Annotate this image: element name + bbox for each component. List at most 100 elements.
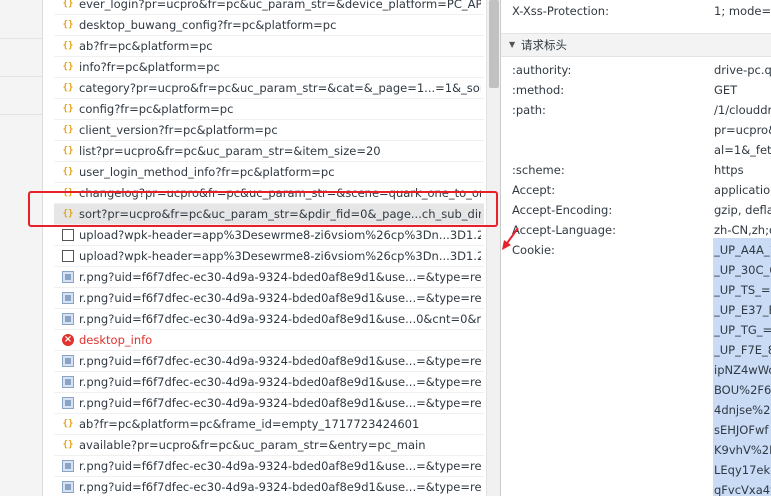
cookie-value-line: _UP_30C_6 — [714, 263, 771, 277]
cookie-value-line: LEqy17ekF — [714, 463, 771, 477]
xhr-icon: {} — [62, 419, 74, 429]
request-name: info?fr=pc&platform=pc — [79, 60, 220, 74]
cookie-value-line: _UP_A4A_1 — [714, 243, 771, 257]
header-value: pr=ucpro&fr — [714, 123, 771, 137]
request-row[interactable]: {} ever_login?pr=ucpro&fr=pc&uc_param_str… — [54, 0, 484, 15]
request-row[interactable]: × desktop_info — [54, 330, 484, 351]
request-row[interactable]: r.png?uid=f6f7dfec-ec30-4d9a-9324-bded0a… — [54, 288, 484, 309]
request-row[interactable]: upload?wpk-header=app%3Desewrme8-zi6vsio… — [54, 225, 484, 246]
header-row: al=1&_fetc — [501, 140, 771, 160]
header-value: zh-CN,zh;q — [714, 223, 771, 237]
xhr-icon: {} — [62, 41, 74, 51]
request-row[interactable]: r.png?uid=f6f7dfec-ec30-4d9a-9324-bded0a… — [54, 372, 484, 393]
request-row[interactable]: {} info?fr=pc&platform=pc — [54, 57, 484, 78]
header-key: Accept: — [512, 183, 556, 197]
request-name: r.png?uid=f6f7dfec-ec30-4d9a-9324-bded0a… — [79, 312, 481, 326]
request-name: ab?fr=pc&platform=pc — [79, 39, 213, 53]
request-name: list?pr=ucpro&fr=pc&uc_param_str=&item_s… — [79, 144, 381, 158]
xhr-icon: {} — [62, 440, 74, 450]
request-row[interactable]: upload?wpk-header=app%3Desewrme8-zi6vsio… — [54, 246, 484, 267]
image-icon — [62, 376, 74, 388]
xhr-icon: {} — [62, 167, 74, 177]
header-key: :method: — [512, 83, 565, 97]
network-request-list: {} ever_login?pr=ucpro&fr=pc&uc_param_str… — [54, 0, 484, 496]
request-row[interactable]: {} config?fr=pc&platform=pc — [54, 99, 484, 120]
image-icon — [62, 292, 74, 304]
image-icon — [62, 313, 74, 325]
document-icon — [62, 250, 74, 262]
left-panel-edge — [0, 0, 43, 496]
request-row[interactable]: r.png?uid=f6f7dfec-ec30-4d9a-9324-bded0a… — [54, 393, 484, 414]
header-key: :authority: — [512, 63, 572, 77]
request-row[interactable]: {} user_login_method_info?fr=pc&platform=… — [54, 162, 484, 183]
request-row[interactable]: r.png?uid=f6f7dfec-ec30-4d9a-9324-bded0a… — [54, 351, 484, 372]
request-row[interactable]: {} list?pr=ucpro&fr=pc&uc_param_str=&item… — [54, 141, 484, 162]
image-icon — [62, 460, 74, 472]
left-panel-divider — [0, 38, 42, 39]
header-key: Accept-Encoding: — [512, 203, 613, 217]
cookie-value-line: qFvcVxa4v — [714, 483, 771, 496]
xhr-icon: {} — [62, 146, 74, 156]
request-name: desktop_info — [79, 333, 153, 347]
request-name: config?fr=pc&platform=pc — [79, 102, 234, 116]
error-icon: × — [62, 334, 74, 346]
request-name: ab?fr=pc&platform=pc&frame_id=empty_1717… — [79, 417, 420, 431]
header-value: 1; mode=block — [714, 4, 771, 18]
headers-panel: X-Xss-Protection: 1; mode=block ▼ 请求标头 :… — [500, 0, 771, 496]
request-name: desktop_buwang_config?fr=pc&platform=pc — [79, 18, 337, 32]
request-row[interactable]: {} ab?fr=pc&platform=pc&frame_id=empty_17… — [54, 414, 484, 435]
header-row: Accept: application/json — [501, 180, 771, 200]
request-name: r.png?uid=f6f7dfec-ec30-4d9a-9324-bded0a… — [79, 291, 481, 305]
request-row[interactable]: r.png?uid=f6f7dfec-ec30-4d9a-9324-bded0a… — [54, 309, 484, 330]
request-row[interactable]: {} desktop_buwang_config?fr=pc&platform=p… — [54, 15, 484, 36]
cookie-value-line: _UP_TS_=s — [714, 283, 771, 297]
request-name: upload?wpk-header=app%3Desewrme8-zi6vsio… — [79, 249, 481, 263]
request-name: ever_login?pr=ucpro&fr=pc&uc_param_str=&… — [79, 0, 481, 11]
request-name: user_login_method_info?fr=pc&platform=pc — [79, 165, 335, 179]
scrollbar-thumb[interactable] — [489, 0, 499, 88]
annotation-highlight-box — [28, 191, 498, 227]
request-row[interactable]: r.png?uid=f6f7dfec-ec30-4d9a-9324-bded0a… — [54, 477, 484, 496]
request-name: upload?wpk-header=app%3Desewrme8-zi6vsio… — [79, 228, 481, 242]
xhr-icon: {} — [62, 125, 74, 135]
header-value: al=1&_fetc — [714, 143, 771, 157]
image-icon — [62, 481, 74, 493]
xhr-icon: {} — [62, 62, 74, 72]
header-row: :method: GET — [501, 80, 771, 100]
header-row: :authority: drive-pc.quark.cn — [501, 60, 771, 80]
header-row: :path: /1/clouddrive — [501, 100, 771, 120]
document-icon — [62, 229, 74, 241]
cookie-value-line: _UP_F7E_8D — [714, 343, 771, 357]
cookie-value-line: ipNZ4wWo — [714, 363, 771, 377]
request-row[interactable]: {} client_version?fr=pc&platform=pc — [54, 120, 484, 141]
image-icon — [62, 355, 74, 367]
request-name: r.png?uid=f6f7dfec-ec30-4d9a-9324-bded0a… — [79, 375, 481, 389]
header-row: X-Xss-Protection: 1; mode=block — [501, 1, 771, 21]
cookie-value-line: 4dnjse%2B — [714, 403, 771, 417]
request-name: client_version?fr=pc&platform=pc — [79, 123, 278, 137]
request-row[interactable]: r.png?uid=f6f7dfec-ec30-4d9a-9324-bded0a… — [54, 267, 484, 288]
cookie-value-line: _UP_TG_=s — [714, 323, 771, 337]
expand-triangle-icon[interactable]: ▼ — [509, 34, 515, 56]
request-row[interactable]: {} available?pr=ucpro&fr=pc&uc_param_str=… — [54, 435, 484, 456]
left-panel-divider — [0, 76, 42, 77]
request-headers-section[interactable]: ▼ 请求标头 — [501, 33, 771, 57]
request-name: available?pr=ucpro&fr=pc&uc_param_str=&e… — [79, 438, 426, 452]
annotation-arrow-icon — [502, 227, 519, 250]
request-row[interactable]: {} ab?fr=pc&platform=pc — [54, 36, 484, 57]
request-row[interactable]: r.png?uid=f6f7dfec-ec30-4d9a-9324-bded0a… — [54, 456, 484, 477]
request-list-scrollbar[interactable] — [486, 0, 501, 496]
image-icon — [62, 271, 74, 283]
request-name: r.png?uid=f6f7dfec-ec30-4d9a-9324-bded0a… — [79, 396, 481, 410]
request-name: r.png?uid=f6f7dfec-ec30-4d9a-9324-bded0a… — [79, 270, 481, 284]
cookie-value-line: sEHJOFwf — [714, 423, 769, 437]
xhr-icon: {} — [62, 104, 74, 114]
request-row[interactable]: {} category?pr=ucpro&fr=pc&uc_param_str=&… — [54, 78, 484, 99]
request-name: r.png?uid=f6f7dfec-ec30-4d9a-9324-bded0a… — [79, 354, 481, 368]
cookie-value-line: K9vhV%2B — [714, 443, 771, 457]
header-key: X-Xss-Protection: — [512, 4, 609, 18]
request-name: r.png?uid=f6f7dfec-ec30-4d9a-9324-bded0a… — [79, 480, 481, 494]
cookie-value-line: _UP_E37_B — [714, 303, 771, 317]
header-value: application/json — [714, 183, 771, 197]
header-key: :scheme: — [512, 163, 565, 177]
